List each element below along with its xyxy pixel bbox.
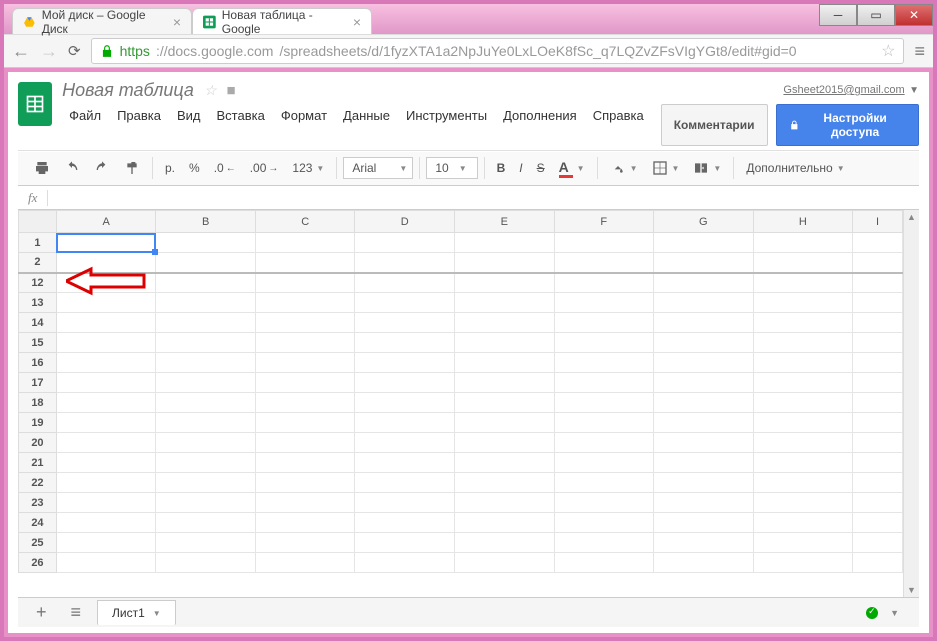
number-format-button[interactable]: 123▼ [286,157,330,179]
close-icon[interactable]: × [353,14,361,30]
col-header[interactable]: C [255,211,355,233]
row-header[interactable]: 12 [19,273,57,293]
chrome-menu-icon[interactable]: ≡ [914,41,925,62]
menu-addons[interactable]: Дополнения [496,105,584,126]
font-select[interactable]: Arial▼ [343,157,413,179]
redo-button[interactable] [88,156,116,180]
borders-button[interactable]: ▼ [646,156,686,180]
row-header[interactable]: 1 [19,233,57,253]
dec-decrease-button[interactable]: .0← [208,157,242,179]
row-header[interactable]: 22 [19,473,57,493]
close-icon[interactable]: × [173,14,181,30]
browser-tab-drive[interactable]: Мой диск – Google Диск × [12,8,192,34]
currency-button[interactable]: р. [159,157,181,179]
row-header[interactable]: 18 [19,393,57,413]
sheets-logo[interactable] [18,82,52,126]
col-header[interactable]: E [455,211,555,233]
col-header[interactable]: F [554,211,654,233]
row-header[interactable]: 19 [19,413,57,433]
star-icon[interactable]: ☆ [204,82,217,99]
maximize-button[interactable]: ▭ [857,4,895,26]
row-header[interactable]: 25 [19,533,57,553]
minimize-button[interactable]: ─ [819,4,857,26]
menu-insert[interactable]: Вставка [210,105,272,126]
bold-button[interactable]: B [491,157,512,179]
row-header[interactable]: 2 [19,253,57,273]
url-protocol: https [120,43,150,59]
folder-icon[interactable]: ■ [227,82,236,99]
forward-button[interactable]: → [40,41,58,62]
lock-icon [100,44,114,58]
lock-icon [789,119,800,131]
back-button[interactable]: ← [12,41,30,62]
user-email[interactable]: Gsheet2015@gmail.com [783,84,904,96]
status-indicator[interactable] [866,607,878,619]
font-size-select[interactable]: 10▼ [426,157,477,179]
doc-title[interactable]: Новая таблица [62,80,194,101]
merge-button[interactable]: ▼ [687,156,727,180]
select-all-corner[interactable] [19,211,57,233]
text-color-button[interactable]: A▼ [553,155,591,182]
strike-button[interactable]: S [531,157,551,179]
url-path: /spreadsheets/d/1fyzXTA1a2NpJuYe0LxLOeK8… [279,43,796,59]
row-header[interactable]: 13 [19,293,57,313]
annotation-arrow [66,266,146,296]
comments-button[interactable]: Комментарии [661,104,768,146]
percent-button[interactable]: % [183,157,206,179]
print-button[interactable] [28,156,56,180]
fx-label: fx [18,190,48,206]
chevron-down-icon[interactable]: ▼ [890,608,899,618]
menu-data[interactable]: Данные [336,105,397,126]
col-header[interactable]: H [753,211,853,233]
share-label: Настройки доступа [804,111,906,139]
row-header[interactable]: 20 [19,433,57,453]
undo-button[interactable] [58,156,86,180]
browser-tab-sheets[interactable]: Новая таблица - Google × [192,8,372,34]
row-header[interactable]: 23 [19,493,57,513]
spreadsheet-grid[interactable]: A B C D E F G H I 1 2 12 13 14 15 [18,210,903,573]
row-header[interactable]: 26 [19,553,57,573]
drive-icon [23,15,36,29]
vertical-scrollbar[interactable] [903,210,919,597]
menu-view[interactable]: Вид [170,105,208,126]
col-header[interactable]: G [654,211,754,233]
col-header[interactable]: B [156,211,256,233]
sheets-icon [203,15,216,29]
menu-file[interactable]: Файл [62,105,108,126]
address-bar[interactable]: https ://docs.google.com/spreadsheets/d/1… [91,38,905,64]
row-header[interactable]: 16 [19,353,57,373]
italic-button[interactable]: I [513,157,528,179]
row-header[interactable]: 24 [19,513,57,533]
sheet-tab-1[interactable]: Лист1▼ [97,600,176,625]
share-button[interactable]: Настройки доступа [776,104,919,146]
add-sheet-button[interactable]: + [28,602,55,623]
dec-increase-button[interactable]: .00→ [244,157,285,179]
menu-help[interactable]: Справка [586,105,651,126]
bookmark-icon[interactable]: ☆ [881,41,895,61]
col-header[interactable]: I [853,211,903,233]
chevron-down-icon[interactable]: ▼ [909,85,919,96]
row-header[interactable]: 21 [19,453,57,473]
reload-button[interactable]: ⟳ [68,42,81,60]
row-header[interactable]: 17 [19,373,57,393]
cell-a1[interactable] [56,233,156,253]
more-button[interactable]: Дополнительно▼ [740,157,850,179]
col-header[interactable]: A [56,211,156,233]
tab-label: Мой диск – Google Диск [42,8,163,36]
menu-format[interactable]: Формат [274,105,334,126]
all-sheets-button[interactable]: ≡ [63,602,90,623]
fill-color-button[interactable]: ▼ [604,156,644,180]
menu-tools[interactable]: Инструменты [399,105,494,126]
formula-input[interactable] [48,186,919,209]
close-button[interactable]: ✕ [895,4,933,26]
tab-label: Новая таблица - Google [222,8,343,36]
menu-edit[interactable]: Правка [110,105,168,126]
url-host: ://docs.google.com [156,43,274,59]
row-header[interactable]: 15 [19,333,57,353]
paint-format-button[interactable] [118,156,146,180]
row-header[interactable]: 14 [19,313,57,333]
col-header[interactable]: D [355,211,455,233]
